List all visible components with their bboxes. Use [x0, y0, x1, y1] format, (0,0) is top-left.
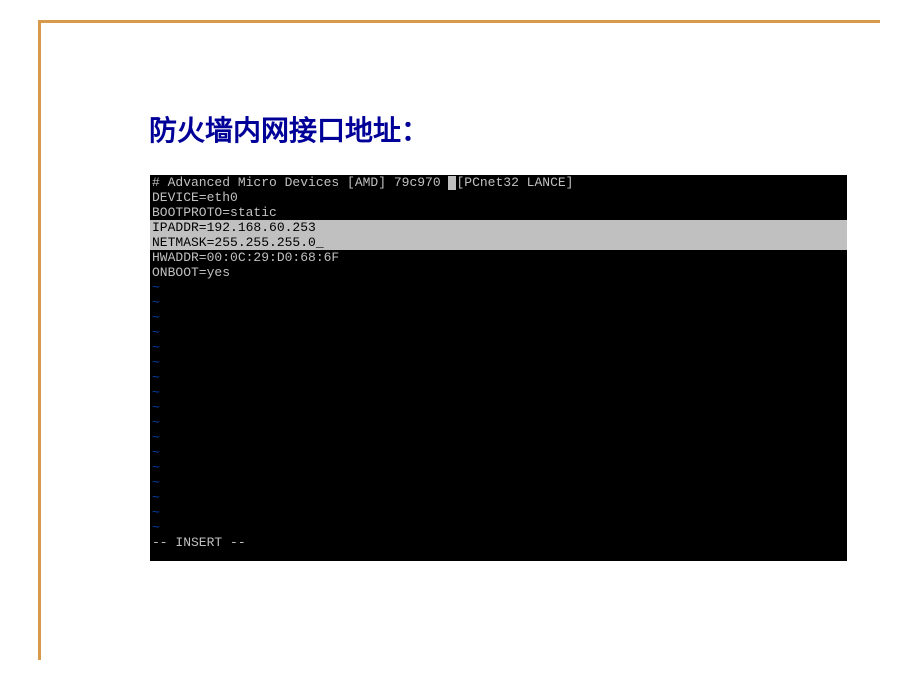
slide-title: 防火墙内网接口地址： — [149, 109, 429, 149]
terminal-editor[interactable]: # Advanced Micro Devices [AMD] 79c970 [P… — [150, 175, 847, 561]
terminal-tilde: ~ — [150, 310, 847, 325]
terminal-tilde: ~ — [150, 340, 847, 355]
terminal-line-hwaddr: HWADDR=00:0C:29:D0:68:6F — [150, 250, 847, 265]
terminal-tilde: ~ — [150, 505, 847, 520]
terminal-tilde: ~ — [150, 385, 847, 400]
terminal-mode-indicator: -- INSERT -- — [150, 535, 847, 550]
terminal-tilde: ~ — [150, 460, 847, 475]
terminal-tilde: ~ — [150, 355, 847, 370]
terminal-line-netmask: NETMASK=255.255.255.0_ — [150, 235, 847, 250]
terminal-tilde: ~ — [150, 280, 847, 295]
terminal-tilde: ~ — [150, 370, 847, 385]
terminal-tilde: ~ — [150, 325, 847, 340]
terminal-line-device: DEVICE=eth0 — [150, 190, 847, 205]
terminal-tilde: ~ — [150, 475, 847, 490]
terminal-tilde: ~ — [150, 295, 847, 310]
terminal-line-comment: # Advanced Micro Devices [AMD] 79c970 [P… — [150, 175, 847, 190]
slide-frame: 防火墙内网接口地址： # Advanced Micro Devices [AMD… — [38, 20, 880, 660]
terminal-tilde: ~ — [150, 430, 847, 445]
terminal-tilde: ~ — [150, 400, 847, 415]
terminal-line-onboot: ONBOOT=yes — [150, 265, 847, 280]
terminal-line-bootproto: BOOTPROTO=static — [150, 205, 847, 220]
terminal-tilde: ~ — [150, 445, 847, 460]
terminal-tilde: ~ — [150, 415, 847, 430]
terminal-tilde: ~ — [150, 490, 847, 505]
terminal-tilde: ~ — [150, 520, 847, 535]
terminal-line-ipaddr: IPADDR=192.168.60.253 — [150, 220, 847, 235]
